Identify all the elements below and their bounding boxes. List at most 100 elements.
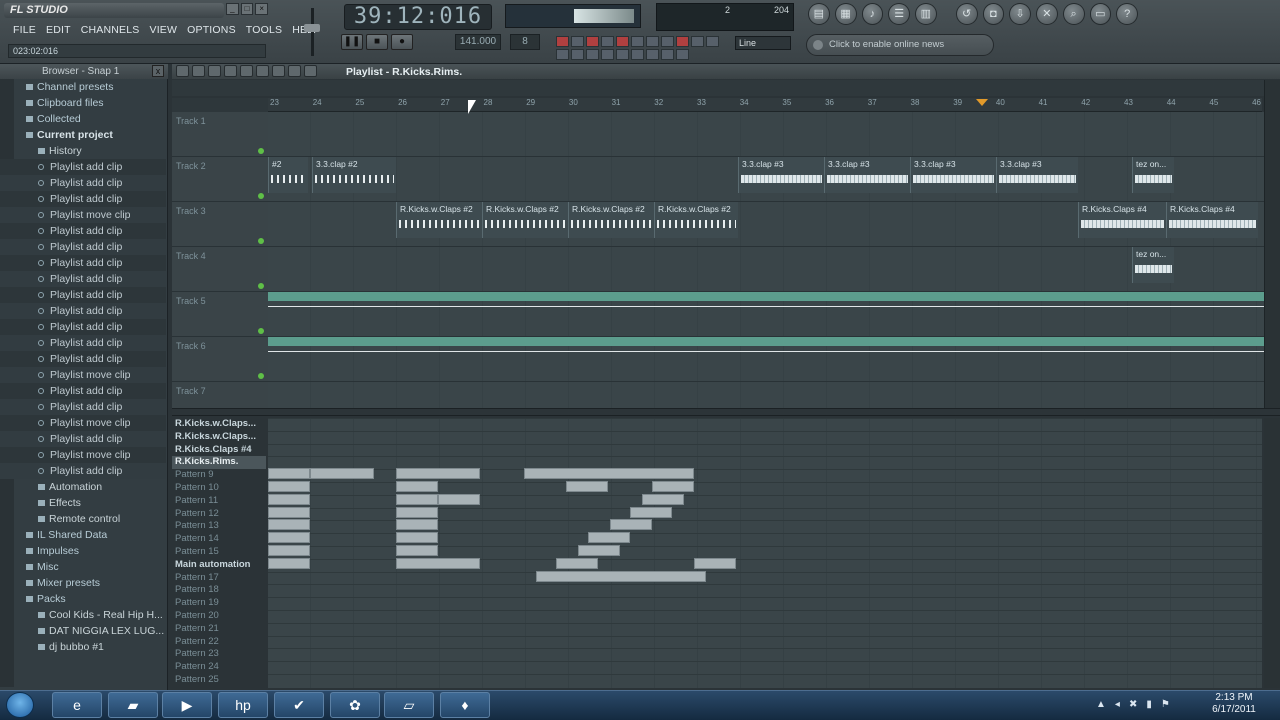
pattern-clip[interactable]: #2 — [268, 157, 308, 193]
pattern-clip[interactable]: R.Kicks.w.Claps #2 — [568, 202, 654, 238]
tool-icon[interactable] — [661, 49, 674, 60]
search-icon[interactable]: ⌕ — [1062, 3, 1085, 25]
pause-icon[interactable]: ❚❚ — [341, 34, 363, 50]
warning-icon[interactable]: ✖ — [1129, 694, 1137, 716]
ie-icon[interactable]: e — [52, 692, 102, 718]
pattern-block[interactable] — [588, 532, 630, 544]
browser-item[interactable]: IL Shared Data — [0, 527, 166, 543]
delete-icon[interactable] — [240, 65, 253, 77]
playlist-scrollbar[interactable] — [1264, 80, 1280, 408]
pattern-scrollbar[interactable] — [1264, 418, 1280, 688]
browser-item[interactable]: Effects — [0, 495, 166, 511]
pencil-icon[interactable] — [208, 65, 221, 77]
menu-edit[interactable]: EDIT — [41, 23, 76, 38]
browser-item[interactable]: Playlist add clip — [0, 303, 166, 319]
tool-icon[interactable] — [691, 36, 704, 47]
tool-icon[interactable] — [706, 36, 719, 47]
tool-icon[interactable] — [616, 49, 629, 60]
pattern-row-label[interactable]: Pattern 17 — [172, 572, 266, 585]
select-icon[interactable] — [288, 65, 301, 77]
tempo-display[interactable]: 141.000 — [455, 34, 501, 50]
mute-icon[interactable] — [256, 65, 269, 77]
browser-item[interactable]: Misc — [0, 559, 166, 575]
tool-icon[interactable] — [571, 36, 584, 47]
pattern-block[interactable] — [396, 506, 438, 518]
track-header[interactable]: Track 3 — [172, 202, 268, 246]
track-header[interactable]: Track 7 — [172, 382, 268, 408]
panel-divider[interactable] — [172, 408, 1280, 416]
system-clock[interactable]: 2:13 PM 6/17/2011 — [1206, 692, 1262, 718]
pattern-block[interactable] — [396, 519, 438, 531]
timeline-ruler[interactable]: 23 24 25 26 27 28 29 30 31 32 33 34 35 36 37 38 39 40 41 42… — [268, 98, 1262, 112]
close-button[interactable]: × — [255, 3, 269, 15]
pattern-row-label[interactable]: Pattern 9 — [172, 469, 266, 482]
browser-item[interactable]: Collected — [0, 111, 166, 127]
pattern-row-label[interactable]: Pattern 15 — [172, 546, 266, 559]
browser-item[interactable]: Playlist add clip — [0, 159, 166, 175]
browser-item[interactable]: Mixer presets — [0, 575, 166, 591]
menu-channels[interactable]: CHANNELS — [76, 23, 145, 38]
pattern-row-label[interactable]: Pattern 23 — [172, 648, 266, 661]
browser-item[interactable]: Playlist add clip — [0, 319, 166, 335]
track-lane[interactable] — [268, 112, 1264, 156]
piano-roll-icon[interactable]: ♪ — [861, 3, 884, 25]
tool-icon[interactable] — [646, 49, 659, 60]
browser-item[interactable]: Playlist add clip — [0, 351, 166, 367]
pattern-block[interactable] — [268, 532, 310, 544]
browser-item[interactable]: Playlist add clip — [0, 463, 166, 479]
tool-icon[interactable] — [601, 49, 614, 60]
pattern-clip[interactable]: 3.3.clap #2 — [312, 157, 396, 193]
checkmark-icon[interactable]: ✔ — [274, 692, 324, 718]
pattern-row-label[interactable]: Pattern 20 — [172, 610, 266, 623]
pattern-block[interactable] — [652, 481, 694, 492]
pattern-block[interactable] — [578, 545, 620, 556]
pattern-clip-grid[interactable] — [268, 418, 1262, 688]
pattern-block[interactable] — [524, 468, 694, 480]
browser-item[interactable]: Playlist move clip — [0, 415, 166, 431]
pattern-block[interactable] — [536, 570, 706, 582]
app-icon[interactable]: ♦ — [440, 692, 490, 718]
browser-item[interactable]: Playlist add clip — [0, 271, 166, 287]
pattern-clip[interactable]: 3.3.clap #3 — [996, 157, 1078, 193]
track-header[interactable]: Track 1 — [172, 112, 268, 156]
pattern-clip[interactable]: R.Kicks.Claps #4 — [1078, 202, 1166, 238]
undo-icon[interactable]: ↺ — [955, 3, 978, 25]
tool-icon[interactable] — [601, 36, 614, 47]
pattern-row-label[interactable]: Pattern 25 — [172, 674, 266, 687]
menu-file[interactable]: FILE — [8, 23, 41, 38]
pattern-block[interactable] — [396, 532, 438, 544]
pattern-row-label[interactable]: Pattern 21 — [172, 623, 266, 636]
browser-item[interactable]: Clipboard files — [0, 95, 166, 111]
browser-item[interactable]: Automation — [0, 479, 166, 495]
track-header[interactable]: Track 4 — [172, 247, 268, 291]
tool-icon[interactable] — [586, 49, 599, 60]
pattern-clip[interactable]: 3.3.clap #3 — [910, 157, 996, 193]
track-mute-led[interactable] — [258, 328, 264, 334]
track-lane[interactable] — [268, 247, 1264, 291]
tool-icon[interactable] — [631, 49, 644, 60]
track-mute-led[interactable] — [258, 283, 264, 289]
track-header[interactable]: Track 6 — [172, 337, 268, 381]
pattern-block[interactable] — [396, 557, 480, 569]
browser-item[interactable]: Channel presets — [0, 79, 166, 95]
pattern-block[interactable] — [396, 481, 438, 492]
browser-item[interactable]: Playlist add clip — [0, 431, 166, 447]
pattern-row-label[interactable]: R.Kicks.Claps #4 — [172, 444, 266, 457]
volume-icon[interactable]: ◂ — [1115, 694, 1120, 716]
media-player-icon[interactable]: ▶ — [162, 692, 212, 718]
tool-icon[interactable] — [556, 49, 569, 60]
pattern-block[interactable] — [268, 557, 310, 569]
pattern-block[interactable] — [268, 506, 310, 518]
pattern-clip[interactable]: 3.3.clap #3 — [738, 157, 824, 193]
menu-options[interactable]: OPTIONS — [182, 23, 241, 38]
pattern-clip[interactable]: R.Kicks.w.Claps #2 — [654, 202, 738, 238]
pattern-block[interactable] — [396, 545, 438, 556]
pattern-block[interactable] — [556, 557, 598, 569]
browser-item[interactable]: Playlist add clip — [0, 255, 166, 271]
show-hidden-icon[interactable]: ▲ — [1096, 694, 1106, 716]
pattern-block[interactable] — [438, 493, 480, 505]
record-mode-icon[interactable] — [556, 36, 569, 47]
pattern-row-label[interactable]: R.Kicks.Rims. — [172, 456, 266, 470]
snap-select[interactable]: Line — [735, 36, 791, 50]
menu-icon[interactable] — [176, 65, 189, 77]
